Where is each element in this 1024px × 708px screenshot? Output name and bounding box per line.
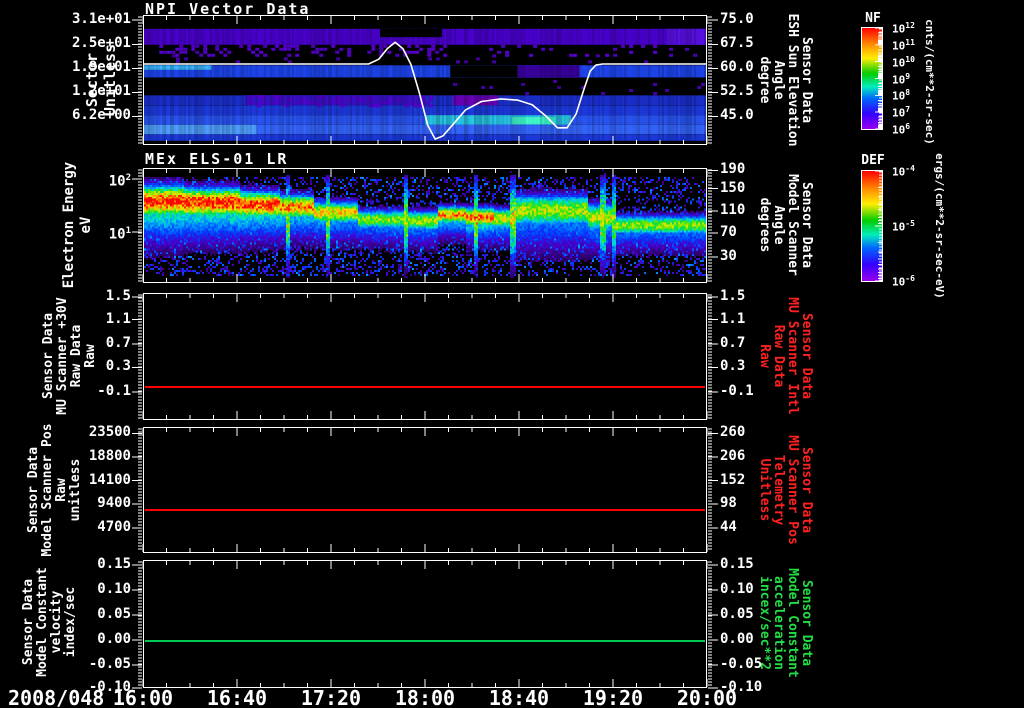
colorbar_nf-tick-label: 109 [892, 71, 911, 87]
npi-spectrogram-canvas [144, 16, 706, 144]
panel4-ytick-label: 18800 [88, 447, 131, 464]
colorbar_nf-tick-label: 1010 [892, 54, 915, 70]
x-tick-1920: 19:20 [582, 686, 644, 708]
panel5-y2tick-label: -0.10 [720, 679, 763, 695]
colorbar_nf-tick-label: 107 [892, 105, 911, 120]
panel4-y2tick-label: 260 [720, 424, 746, 441]
panel4-ytick-label: 23500 [88, 424, 131, 441]
panel1-y2tick-label: 60.0 [720, 59, 754, 76]
panel5-y2tick-label: -0.05 [720, 655, 763, 672]
panel5-ytick-label: -0.10 [88, 679, 131, 695]
panel3-ytick-label: -0.1 [97, 383, 131, 400]
colorbar_def-tick-label: 10-5 [892, 219, 915, 234]
colorbar_nf-tick-label: 106 [892, 122, 911, 137]
panel2-ytick-label: 102 [108, 173, 131, 190]
constant-line-velocity [145, 640, 705, 642]
panel-model-constant-velocity [143, 560, 707, 688]
els-spectrogram-canvas [144, 169, 706, 282]
x-tick-1800: 18:00 [394, 686, 456, 708]
panel3-ytick-label: 0.3 [105, 358, 131, 375]
panel4-ytick-label: 9400 [97, 495, 131, 512]
colorbar_nf-tick-label: 1012 [892, 21, 915, 36]
colorbar_def-tick-label: 10-4 [892, 164, 915, 179]
panel1-ytick-label: 6.2e+00 [71, 107, 131, 124]
panel3-ytick-label: 1.5 [105, 287, 131, 304]
panel5-ytick-label: 0.05 [97, 606, 131, 623]
panel4-y2tick-label: 98 [720, 495, 737, 512]
panel-model-scanner-pos [143, 427, 707, 553]
panel1-ytick-label: 1.2e+01 [71, 83, 131, 100]
panel-mu-scanner-30v [143, 293, 707, 420]
panel4-y2tick-label: 44 [720, 518, 737, 535]
colorbar-def-unit: ergs/(cm**2-sr-sec-eV) [933, 153, 947, 299]
panel5-ytick-label: 0.10 [97, 581, 131, 598]
panel1-ytick-label: 1.9e+01 [71, 59, 131, 76]
panel5-y2tick-label: 0.00 [720, 631, 754, 647]
colorbar_nf-tick-label: 108 [892, 88, 911, 103]
panel3-ytick-label: 1.1 [105, 310, 131, 327]
panel4-y2tick-label: 206 [720, 447, 746, 464]
colorbar_def-tick-label: 10-6 [892, 274, 915, 289]
panel3-ytick-label: 0.7 [105, 334, 131, 351]
panel4-y2tick-label: 152 [720, 471, 746, 488]
panel-els-spectrogram [143, 168, 707, 283]
constant-line-mu-scanner [145, 385, 705, 388]
panel1-ytick-label: 2.5e+01 [71, 35, 131, 52]
colorbar_nf-tick-label: 1011 [892, 37, 915, 53]
panel2-y2tick-label: 150 [720, 179, 746, 196]
panel4-ytick-label: 4700 [97, 518, 131, 535]
panel3-y2tick-label: 1.5 [720, 287, 746, 304]
panel5-ytick-label: 0.15 [97, 556, 131, 573]
panel5-y2tick-label: 0.10 [720, 581, 754, 598]
panel3-y2tick-label: -0.1 [720, 383, 754, 400]
panel3-y2tick-label: 1.1 [720, 310, 746, 327]
x-tick-1840: 18:40 [488, 686, 550, 708]
panel1-y2tick-label: 67.5 [720, 35, 754, 52]
constant-line-scanner-pos [145, 508, 705, 511]
panel2-ytick-label: 101 [108, 226, 131, 243]
panel5-ytick-label: 0.00 [97, 631, 131, 647]
panel-npi-spectrogram [143, 15, 707, 145]
panel2-y2tick-label: 110 [720, 202, 746, 219]
panel2-y2tick-label: 70 [720, 223, 737, 240]
x-tick-1720: 17:20 [300, 686, 362, 708]
panel3-y2tick-label: 0.3 [720, 358, 746, 375]
panel5-ytick-label: -0.05 [88, 655, 131, 672]
panel5-y2tick-label: 0.05 [720, 606, 754, 623]
panel2-title: MEx ELS-01 LR [145, 150, 289, 168]
panel1-y2tick-label: 45.0 [720, 107, 754, 124]
panel3-y2tick-label: 0.7 [720, 334, 746, 351]
x-tick-1640: 16:40 [206, 686, 268, 708]
panel1-y2tick-label: 52.5 [720, 83, 754, 100]
panel5-y2tick-label: 0.15 [720, 556, 754, 573]
panel1-y2tick-label: 75.0 [720, 11, 754, 28]
panel1-ytick-label: 3.1e+01 [71, 11, 131, 28]
panel2-y2tick-label: 190 [720, 161, 746, 178]
plot-page: NPI Vector Data MEx ELS-01 LR Sector Uni… [0, 0, 1024, 708]
panel2-y2tick-label: 30 [720, 248, 737, 265]
panel4-ytick-label: 14100 [88, 471, 131, 488]
